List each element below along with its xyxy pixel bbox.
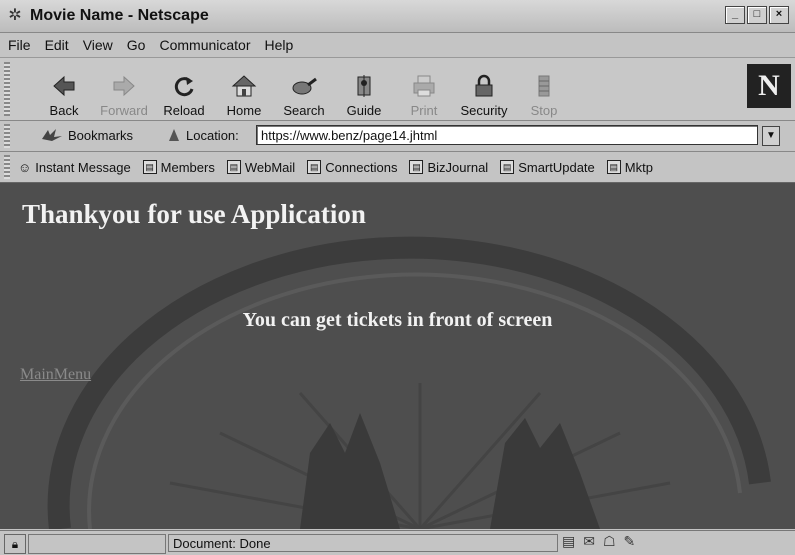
personal-item-instant-message[interactable]: ☺ Instant Message [18,160,131,175]
bookmarks-button[interactable]: Bookmarks [40,127,133,143]
composer-icon[interactable]: ✎ [624,533,636,550]
personal-toolbar: ☺ Instant Message ▤ Members ▤ WebMail ▤ … [0,152,795,183]
printer-icon [413,75,435,97]
location-label-text: Location: [186,127,239,143]
component-bar: ▤ ✉ ☖ ✎ [562,533,635,550]
home-icon [231,75,257,97]
people-icon: ☺ [18,159,32,175]
close-button[interactable]: × [769,6,789,24]
security-lock-icon[interactable]: 🔒︎ [4,534,26,554]
location-toolbar-grip[interactable] [4,124,10,148]
bookmark-folder-icon: ▤ [142,160,157,174]
search-label: Search [283,103,325,118]
navigator-icon[interactable]: ▤ [562,533,575,550]
back-button[interactable]: Back [34,62,94,118]
tickets-message: You can get tickets in front of screen [242,309,553,331]
status-bar: 🔒︎ Document: Done ▤ ✉ ☖ ✎ [0,530,795,555]
personal-item-label: Mktp [624,159,653,175]
menu-go[interactable]: Go [127,37,146,53]
maximize-button[interactable]: □ [747,6,767,24]
mail-icon[interactable]: ✉ [583,533,595,550]
personal-item-label: SmartUpdate [518,159,595,175]
reload-label: Reload [163,103,205,118]
location-icon [169,129,179,141]
location-label: Location: [166,127,239,143]
background-watermark [47,236,771,529]
reload-button[interactable]: Reload [154,62,214,118]
personal-item-label: Instant Message [35,159,131,175]
netscape-logo[interactable]: N [747,64,791,108]
minimize-button[interactable]: _ [725,6,745,24]
menu-view[interactable]: View [83,37,113,53]
security-button[interactable]: Security [454,62,514,118]
search-button[interactable]: Search [274,62,334,118]
personal-item-mktp[interactable]: ▤ Mktp [606,159,653,175]
main-menu-link[interactable]: MainMenu [20,366,91,384]
bookmark-folder-icon: ▤ [606,160,621,174]
personal-item-label: Connections [325,159,398,175]
title-bar: ✲ Movie Name - Netscape _ □ × [0,0,795,33]
personal-item-label: WebMail [244,159,296,175]
nav-buttons: Back Forward Reload Home Search Guide Pr… [34,62,574,118]
guide-icon [357,75,371,97]
personal-item-bizjournal[interactable]: ▤ BizJournal [409,160,488,175]
personal-item-label: Members [160,159,215,175]
menu-file[interactable]: File [8,37,31,53]
search-icon [292,77,317,95]
location-toolbar: Bookmarks Location: https://www.benz/pag… [0,121,795,152]
menu-help[interactable]: Help [265,37,294,53]
menu-edit[interactable]: Edit [45,37,69,53]
guide-label: Guide [346,103,382,118]
window-controls: _ □ × [725,6,789,24]
chevron-down-icon: ▼ [766,130,776,141]
window-title: Movie Name - Netscape [30,7,209,24]
personal-item-connections[interactable]: ▤ Connections [307,160,397,175]
personal-item-webmail[interactable]: ▤ WebMail [226,159,296,175]
page-content: Thankyou for use Application You can get… [0,183,795,529]
menu-communicator[interactable]: Communicator [159,37,250,53]
back-label: Back [49,103,79,118]
stop-label: Stop [530,103,558,118]
netscape-app-icon: ✲ [8,7,22,24]
menu-bar: File Edit View Go Communicator Help [0,33,795,58]
print-label: Print [410,103,438,118]
personal-item-label: BizJournal [427,159,489,175]
bookmarks-icon [42,129,62,141]
navigation-toolbar: Back Forward Reload Home Search Guide Pr… [0,58,795,121]
guide-button[interactable]: Guide [334,62,394,118]
personal-toolbar-grip[interactable] [4,155,10,179]
security-label: Security [460,103,508,118]
browser-window: ✲ Movie Name - Netscape _ □ × File Edit … [0,0,795,555]
forward-label: Forward [100,103,148,118]
bookmark-folder-icon: ▤ [226,160,241,174]
reload-icon [174,77,194,97]
url-field[interactable]: https://www.benz/page14.jhtml [256,125,758,145]
toolbar-grip[interactable] [4,62,10,116]
bookmark-folder-icon: ▤ [307,160,322,174]
stop-button[interactable]: Stop [514,62,574,118]
url-dropdown-button[interactable]: ▼ [762,126,780,146]
forward-button[interactable]: Forward [94,62,154,118]
progress-bar [28,534,166,554]
personal-item-smartupdate[interactable]: ▤ SmartUpdate [500,160,595,175]
home-button[interactable]: Home [214,62,274,118]
forward-arrow-icon [113,75,135,97]
bookmark-folder-icon: ▤ [409,160,424,174]
bookmark-folder-icon: ▤ [500,160,515,174]
home-label: Home [226,103,262,118]
discussion-icon[interactable]: ☖ [603,533,616,550]
stop-icon [538,75,550,97]
personal-item-members[interactable]: ▤ Members [142,159,215,175]
bookmarks-label: Bookmarks [68,127,134,143]
page-title: Thankyou for use Application [22,199,366,229]
print-button[interactable]: Print [394,62,454,118]
status-text: Document: Done [168,534,558,552]
padlock-icon [475,74,493,97]
back-arrow-icon [53,75,75,97]
